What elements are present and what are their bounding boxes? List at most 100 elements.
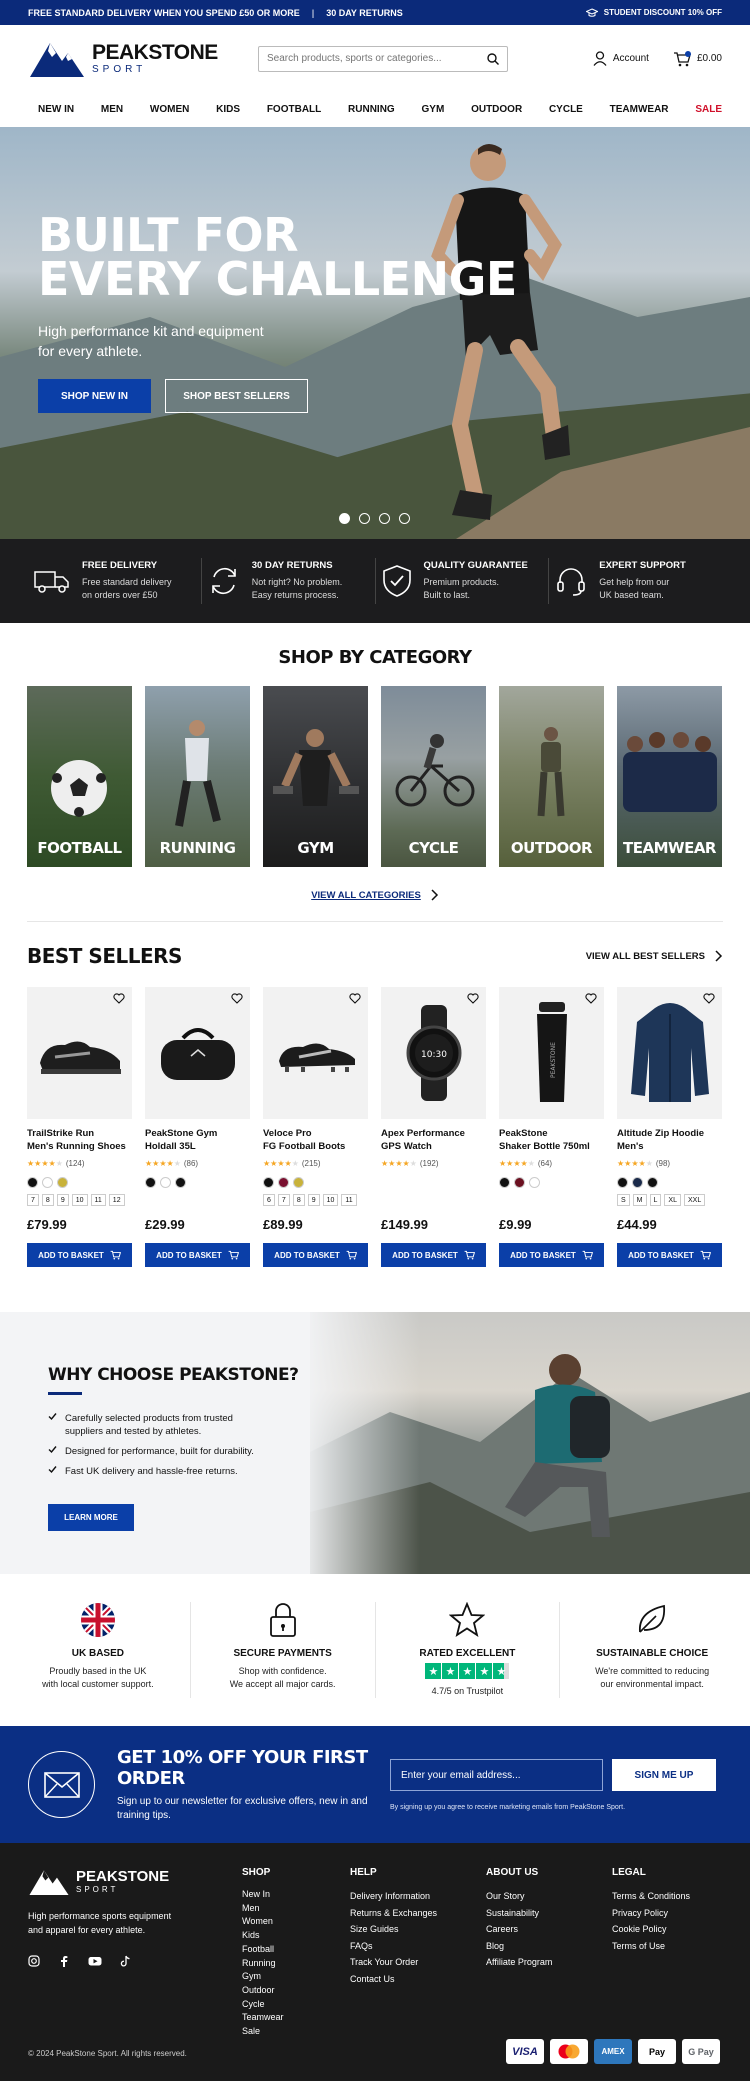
brand-logo[interactable]: PEAKSTONE SPORT bbox=[28, 39, 258, 79]
size-option[interactable]: XL bbox=[664, 1194, 681, 1206]
color-swatch[interactable] bbox=[632, 1177, 643, 1188]
category-football[interactable]: FOOTBALL bbox=[27, 686, 132, 867]
view-all-best-sellers-link[interactable]: VIEW ALL BEST SELLERS bbox=[586, 950, 723, 962]
category-gym[interactable]: GYM bbox=[263, 686, 368, 867]
size-option[interactable]: 10 bbox=[71, 1194, 88, 1206]
email-field[interactable] bbox=[390, 1759, 603, 1791]
add-to-basket-button[interactable]: ADD TO BASKET bbox=[263, 1243, 368, 1267]
footer-link[interactable]: Size Guides bbox=[350, 1921, 437, 1938]
size-option[interactable]: M bbox=[632, 1194, 647, 1206]
product-card-shaker-bottle[interactable]: PEAKSTONE PeakStone Shaker Bottle 750ml ★★★… bbox=[499, 987, 604, 1267]
wishlist-heart-icon[interactable] bbox=[349, 993, 361, 1004]
add-to-basket-button[interactable]: ADD TO BASKET bbox=[499, 1243, 604, 1267]
size-option[interactable]: 11 bbox=[90, 1194, 106, 1206]
footer-link[interactable]: Terms & Conditions bbox=[612, 1888, 690, 1905]
product-image[interactable] bbox=[617, 987, 722, 1119]
size-option[interactable]: 12 bbox=[108, 1194, 125, 1206]
basket-link[interactable]: £0.00 bbox=[673, 50, 722, 67]
color-swatch[interactable] bbox=[499, 1177, 510, 1188]
add-to-basket-button[interactable]: ADD TO BASKET bbox=[381, 1243, 486, 1267]
sign-up-button[interactable]: SIGN ME UP bbox=[612, 1759, 716, 1791]
tiktok-icon[interactable] bbox=[120, 1955, 131, 1967]
wishlist-heart-icon[interactable] bbox=[113, 993, 125, 1004]
product-name[interactable]: PeakStone Shaker Bottle 750ml bbox=[499, 1127, 604, 1155]
footer-link[interactable]: Delivery Information bbox=[350, 1888, 437, 1905]
product-image[interactable] bbox=[145, 987, 250, 1119]
footer-link[interactable]: Teamwear bbox=[242, 2011, 284, 2025]
view-all-categories-link[interactable]: VIEW ALL CATEGORIES bbox=[0, 889, 750, 901]
footer-link[interactable]: Terms of Use bbox=[612, 1938, 690, 1955]
footer-link[interactable]: Contact Us bbox=[350, 1971, 437, 1988]
footer-link[interactable]: Cookie Policy bbox=[612, 1921, 690, 1938]
footer-link[interactable]: Sale bbox=[242, 2025, 284, 2039]
size-option[interactable]: 9 bbox=[56, 1194, 69, 1206]
footer-link[interactable]: Football bbox=[242, 1943, 284, 1957]
footer-link[interactable]: FAQs bbox=[350, 1938, 437, 1955]
footer-link[interactable]: Running bbox=[242, 1957, 284, 1971]
wishlist-heart-icon[interactable] bbox=[703, 993, 715, 1004]
footer-link[interactable]: Gym bbox=[242, 1970, 284, 1984]
color-swatch[interactable] bbox=[293, 1177, 304, 1188]
size-option[interactable]: 7 bbox=[277, 1194, 290, 1206]
product-name[interactable]: Altitude Zip Hoodie Men's bbox=[617, 1127, 722, 1155]
carousel-dot-3[interactable] bbox=[379, 513, 390, 524]
category-teamwear[interactable]: TEAMWEAR bbox=[617, 686, 722, 867]
product-card-trailstrike-shoes[interactable]: TrailStrike Run Men's Running Shoes ★★★★★(… bbox=[27, 987, 132, 1267]
wishlist-heart-icon[interactable] bbox=[231, 993, 243, 1004]
wishlist-heart-icon[interactable] bbox=[585, 993, 597, 1004]
footer-link[interactable]: Outdoor bbox=[242, 1984, 284, 1998]
size-option[interactable]: 9 bbox=[307, 1194, 320, 1206]
color-swatch[interactable] bbox=[175, 1177, 186, 1188]
add-to-basket-button[interactable]: ADD TO BASKET bbox=[27, 1243, 132, 1267]
product-image[interactable] bbox=[27, 987, 132, 1119]
nav-women[interactable]: WOMEN bbox=[150, 104, 189, 115]
product-card-gym-holdall[interactable]: PeakStone Gym Holdall 35L ★★★★★ (86) £29.99 A… bbox=[145, 987, 250, 1267]
footer-link[interactable]: Our Story bbox=[486, 1888, 552, 1905]
footer-link[interactable]: Returns & Exchanges bbox=[350, 1905, 437, 1922]
color-swatch[interactable] bbox=[647, 1177, 658, 1188]
nav-gym[interactable]: GYM bbox=[422, 104, 445, 115]
size-option[interactable]: 6 bbox=[263, 1194, 275, 1206]
student-discount-link[interactable]: STUDENT DISCOUNT 10% OFF bbox=[585, 7, 722, 18]
size-option[interactable]: 11 bbox=[341, 1194, 357, 1206]
color-swatch[interactable] bbox=[160, 1177, 171, 1188]
category-running[interactable]: RUNNING bbox=[145, 686, 250, 867]
add-to-basket-button[interactable]: ADD TO BASKET bbox=[617, 1243, 722, 1267]
color-swatch[interactable] bbox=[529, 1177, 540, 1188]
search-icon[interactable] bbox=[487, 52, 499, 65]
nav-sale[interactable]: SALE bbox=[695, 104, 722, 115]
carousel-dot-2[interactable] bbox=[359, 513, 370, 524]
footer-link[interactable]: Women bbox=[242, 1915, 284, 1929]
size-option[interactable]: 8 bbox=[292, 1194, 305, 1206]
shop-best-sellers-button[interactable]: SHOP BEST SELLERS bbox=[165, 379, 308, 413]
instagram-icon[interactable] bbox=[28, 1955, 40, 1967]
product-image[interactable]: PEAKSTONE bbox=[499, 987, 604, 1119]
carousel-dot-4[interactable] bbox=[399, 513, 410, 524]
color-swatch[interactable] bbox=[514, 1177, 525, 1188]
footer-link[interactable]: Blog bbox=[486, 1938, 552, 1955]
product-card-apex-watch[interactable]: 10:30 Apex Performance GPS Watch ★★★★★ (192)… bbox=[381, 987, 486, 1267]
account-link[interactable]: Account bbox=[593, 51, 649, 66]
facebook-icon[interactable] bbox=[58, 1955, 70, 1967]
size-option[interactable]: L bbox=[649, 1194, 662, 1206]
color-swatch[interactable] bbox=[263, 1177, 274, 1188]
size-option[interactable]: 7 bbox=[27, 1194, 39, 1206]
nav-teamwear[interactable]: TEAMWEAR bbox=[610, 104, 669, 115]
size-option[interactable]: S bbox=[617, 1194, 630, 1206]
color-swatch[interactable] bbox=[145, 1177, 156, 1188]
color-swatch[interactable] bbox=[617, 1177, 628, 1188]
nav-football[interactable]: FOOTBALL bbox=[267, 104, 321, 115]
nav-men[interactable]: MEN bbox=[101, 104, 123, 115]
product-card-veloce-boots[interactable]: Veloce Pro FG Football Boots ★★★★★ (215) 6 7 8… bbox=[263, 987, 368, 1267]
shop-new-in-button[interactable]: SHOP NEW IN bbox=[38, 379, 151, 413]
footer-link[interactable]: Kids bbox=[242, 1929, 284, 1943]
color-swatch[interactable] bbox=[42, 1177, 53, 1188]
color-swatch[interactable] bbox=[57, 1177, 68, 1188]
color-swatch[interactable] bbox=[27, 1177, 38, 1188]
footer-link[interactable]: Careers bbox=[486, 1921, 552, 1938]
search-input[interactable] bbox=[267, 53, 467, 64]
category-outdoor[interactable]: OUTDOOR bbox=[499, 686, 604, 867]
nav-outdoor[interactable]: OUTDOOR bbox=[471, 104, 522, 115]
nav-kids[interactable]: KIDS bbox=[216, 104, 240, 115]
learn-more-button[interactable]: LEARN MORE bbox=[48, 1504, 134, 1531]
